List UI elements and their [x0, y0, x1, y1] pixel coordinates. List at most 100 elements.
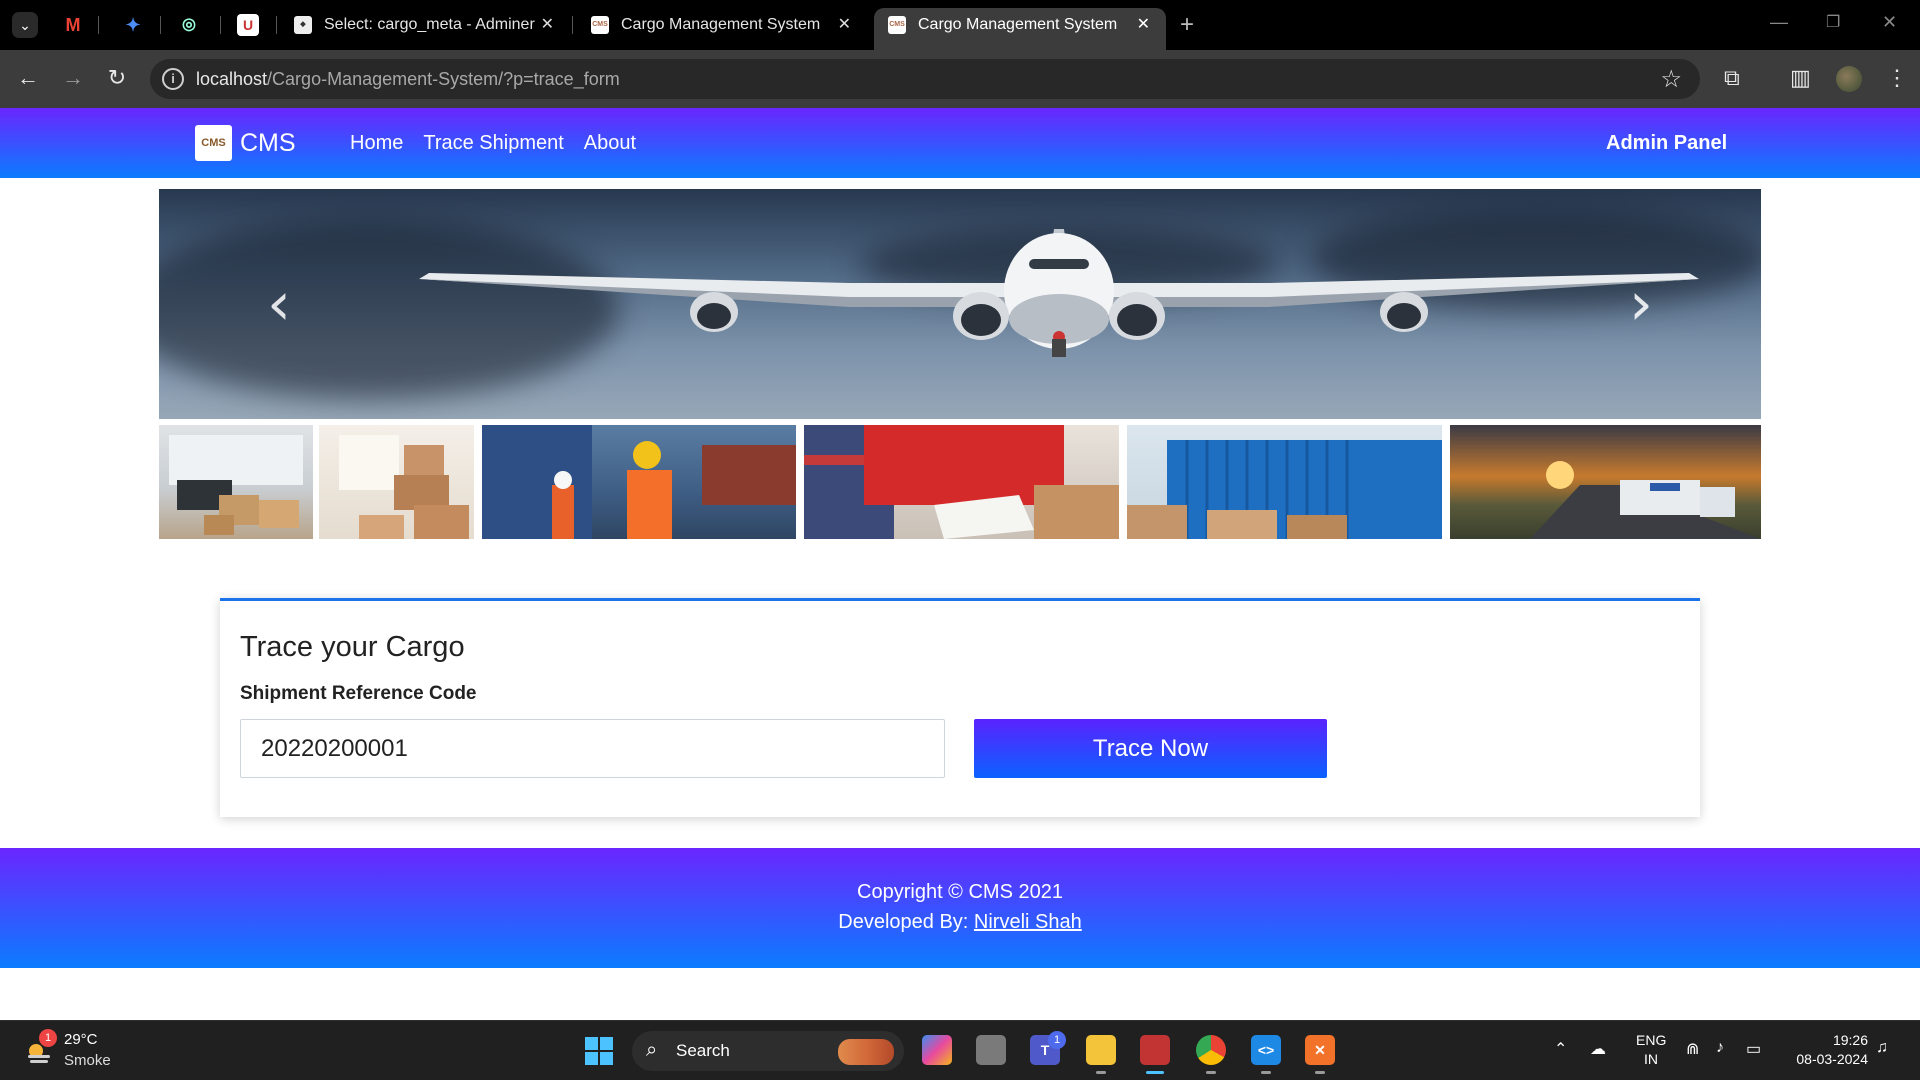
tab-cargo-active[interactable]: CMS Cargo Management System ✕ — [874, 8, 1166, 50]
shipment-reference-label: Shipment Reference Code — [240, 683, 477, 704]
tab-title: Cargo Management System — [918, 16, 1118, 33]
running-indicator — [1206, 1071, 1216, 1074]
nav-about[interactable]: About — [584, 132, 636, 155]
brand-logo: CMS — [195, 125, 232, 161]
trace-card-title: Trace your Cargo — [240, 631, 465, 663]
system-clock[interactable]: 19:26 08-03-2024 — [1788, 1031, 1868, 1069]
window-close-icon[interactable]: ✕ — [1882, 12, 1897, 33]
taskbar-search[interactable]: ⌕ Search — [632, 1031, 904, 1071]
bookmark-star-icon[interactable]: ☆ — [1660, 65, 1682, 94]
carousel-next-chevron-icon[interactable]: › — [1611, 269, 1671, 339]
site-navbar: CMS CMS Home Trace Shipment About Admin … — [0, 108, 1920, 178]
thumbnail-shipping-container[interactable] — [1127, 425, 1442, 539]
carousel-thumbnails — [159, 425, 1761, 539]
brand[interactable]: CMS CMS — [195, 125, 296, 161]
nav-home[interactable]: Home — [350, 132, 403, 155]
windows-taskbar: 1 29°C Smoke ⌕ Search T 1 <> ✕ ⌃ ☁ ENG I… — [0, 1020, 1920, 1080]
copilot-icon[interactable] — [922, 1035, 952, 1065]
minimize-icon[interactable]: — — [1770, 12, 1788, 33]
admin-panel-link[interactable]: Admin Panel — [1606, 132, 1727, 155]
close-icon[interactable]: ✕ — [1137, 8, 1150, 42]
tab-separator — [220, 16, 221, 34]
gmail-pinned-tab-icon[interactable]: M — [62, 14, 84, 36]
xampp-icon[interactable]: ✕ — [1305, 1035, 1335, 1065]
forward-arrow-icon[interactable]: → — [59, 66, 87, 90]
nav-trace-shipment[interactable]: Trace Shipment — [423, 132, 563, 155]
vscode-icon[interactable]: <> — [1251, 1035, 1281, 1065]
windows-start-icon[interactable] — [585, 1037, 613, 1065]
tab-separator — [276, 16, 277, 34]
thumbnail-truck-highway-sunset[interactable] — [1450, 425, 1761, 539]
task-view-icon[interactable] — [976, 1035, 1006, 1065]
tab-separator — [160, 16, 161, 34]
thumbnail-office-boxes[interactable] — [159, 425, 313, 539]
browser-tab-bar: ⌄ M ✦ ◎ U ◆ Select: cargo_meta - Adminer… — [0, 0, 1920, 50]
chrome-icon[interactable] — [1196, 1035, 1226, 1065]
side-panel-icon[interactable]: ▥ — [1790, 65, 1811, 91]
restore-icon[interactable]: ❐ — [1826, 12, 1840, 32]
weather-notification-badge: 1 — [39, 1029, 57, 1047]
clock-date: 08-03-2024 — [1796, 1051, 1868, 1067]
notifications-bell-icon[interactable]: ♫ — [1876, 1039, 1888, 1057]
search-icon: ⌕ — [646, 1039, 658, 1061]
clock-time: 19:26 — [1832, 1032, 1868, 1048]
more-menu-icon[interactable]: ⋮ — [1886, 65, 1908, 91]
url-path: /Cargo-Management-System/?p=trace_form — [267, 69, 620, 89]
trace-card: Trace your Cargo Shipment Reference Code… — [220, 598, 1700, 817]
reload-icon[interactable]: ↻ — [103, 66, 131, 90]
gemini-pinned-tab-icon[interactable]: ✦ — [122, 14, 144, 36]
pinned-tab-icon[interactable]: U — [237, 14, 259, 36]
url-text[interactable]: localhost/Cargo-Management-System/?p=tra… — [196, 69, 620, 90]
wifi-icon[interactable]: ⋒ — [1686, 1039, 1699, 1059]
site-footer: Copyright © CMS 2021 Developed By: Nirve… — [0, 848, 1920, 968]
developed-by-line: Developed By: Nirveli Shah — [0, 911, 1920, 934]
trace-now-button[interactable]: Trace Now — [974, 719, 1327, 778]
profile-avatar[interactable] — [1836, 66, 1862, 92]
snipping-tool-icon[interactable] — [1140, 1035, 1170, 1065]
thumbnail-container-yard-worker[interactable] — [482, 425, 796, 539]
language-code: ENG — [1636, 1032, 1667, 1048]
hero-carousel: ‹ › — [159, 189, 1761, 419]
shipment-reference-input[interactable] — [240, 719, 945, 778]
close-icon[interactable]: ✕ — [838, 8, 851, 42]
nav-links: Home Trace Shipment About — [350, 132, 636, 155]
tab-cargo-1[interactable]: CMS Cargo Management System ✕ — [577, 8, 867, 50]
tray-chevron-up-icon[interactable]: ⌃ — [1554, 1039, 1567, 1059]
airplane-image — [419, 229, 1699, 357]
close-icon[interactable]: ✕ — [541, 8, 554, 42]
thumbnail-stacked-boxes[interactable] — [319, 425, 474, 539]
weather-temperature[interactable]: 29°C — [64, 1031, 98, 1048]
tab-title: Cargo Management System — [621, 16, 821, 33]
tab-separator — [572, 16, 573, 34]
weather-description[interactable]: Smoke — [64, 1052, 111, 1069]
carousel-prev-chevron-icon[interactable]: ‹ — [249, 269, 309, 339]
tab-adminer[interactable]: ◆ Select: cargo_meta - Adminer ✕ — [280, 8, 570, 50]
chatgpt-pinned-tab-icon[interactable]: ◎ — [178, 14, 200, 36]
extensions-puzzle-icon[interactable]: ⧉ — [1724, 65, 1740, 91]
tab-search-chevron-icon[interactable]: ⌄ — [12, 12, 38, 38]
onedrive-cloud-icon[interactable]: ☁ — [1590, 1039, 1606, 1059]
taskbar-search-label: Search — [676, 1041, 730, 1060]
region-code: IN — [1644, 1051, 1658, 1067]
running-indicator — [1261, 1071, 1271, 1074]
running-indicator — [1315, 1071, 1325, 1074]
developed-by-label: Developed By: — [838, 911, 969, 933]
teams-notification-badge: 1 — [1048, 1031, 1066, 1049]
new-tab-plus-icon[interactable]: + — [1180, 10, 1194, 40]
active-indicator — [1146, 1071, 1164, 1074]
thumbnail-delivery-clipboard[interactable] — [804, 425, 1119, 539]
site-info-icon[interactable]: i — [162, 68, 184, 90]
battery-icon[interactable]: ▭ — [1746, 1039, 1761, 1059]
browser-toolbar: ← → ↻ i localhost/Cargo-Management-Syste… — [0, 50, 1920, 108]
back-arrow-icon[interactable]: ← — [14, 66, 42, 90]
address-bar[interactable]: i localhost/Cargo-Management-System/?p=t… — [150, 59, 1700, 99]
url-host: localhost — [196, 69, 268, 89]
tab-separator — [98, 16, 99, 34]
cms-favicon-icon: CMS — [888, 16, 906, 34]
adminer-favicon-icon: ◆ — [294, 16, 312, 34]
search-highlight-icon — [838, 1039, 894, 1065]
language-indicator[interactable]: ENG IN — [1636, 1031, 1666, 1069]
developer-link[interactable]: Nirveli Shah — [974, 911, 1082, 933]
file-explorer-icon[interactable] — [1086, 1035, 1116, 1065]
volume-icon[interactable]: ♪ — [1716, 1039, 1724, 1057]
